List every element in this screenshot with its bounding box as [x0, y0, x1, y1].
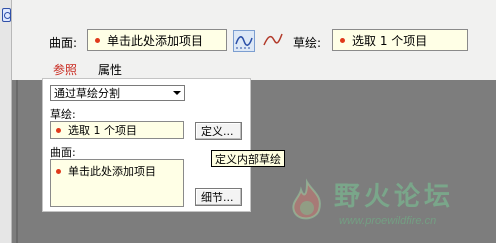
model-frame-edge — [16, 80, 18, 243]
sketch-curve-option-icon[interactable] — [233, 30, 255, 52]
chevron-down-icon — [173, 91, 181, 95]
split-type-value: 通过草绘分割 — [54, 87, 120, 100]
surface-collector-text: 单击此处添加项目 — [107, 33, 204, 48]
panel-sketch-label: 草绘: — [50, 108, 76, 121]
tool-strip-icon[interactable] — [2, 8, 11, 22]
define-tooltip: 定义内部草绘 — [211, 150, 285, 167]
tab-references[interactable]: 参照 — [53, 61, 77, 78]
bullet-icon — [56, 168, 61, 174]
panel-surface-text: 单击此处添加项目 — [68, 165, 156, 178]
tab-properties[interactable]: 属性 — [98, 61, 122, 78]
panel-surface-collector[interactable]: 单击此处添加项目 — [50, 159, 184, 207]
left-tool-strip — [0, 0, 12, 243]
surface-collector[interactable]: 单击此处添加项目 — [87, 29, 227, 51]
watermark-title: 野火论坛 — [334, 182, 455, 212]
panel-sketch-text: 选取 1 个项目 — [68, 124, 137, 137]
freeform-curve-option-icon[interactable] — [262, 30, 284, 52]
split-type-dropdown[interactable]: 通过草绘分割 — [50, 85, 185, 101]
panel-sketch-collector[interactable]: 选取 1 个项目 — [50, 121, 184, 139]
details-button[interactable]: 细节... — [195, 188, 242, 206]
panel-surface-label: 曲面: — [50, 146, 76, 159]
bullet-icon — [340, 37, 345, 43]
sketch-collector-text: 选取 1 个项目 — [352, 33, 428, 48]
bullet-icon — [95, 37, 100, 43]
sketch-label: 草绘: — [293, 36, 322, 50]
bullet-icon — [56, 127, 61, 133]
define-button[interactable]: 定义... — [195, 122, 242, 140]
flame-logo-icon — [292, 178, 321, 220]
surface-label: 曲面: — [49, 36, 78, 50]
sketch-collector[interactable]: 选取 1 个项目 — [332, 29, 468, 51]
watermark-url: www.proewildfire.cn — [339, 215, 437, 227]
